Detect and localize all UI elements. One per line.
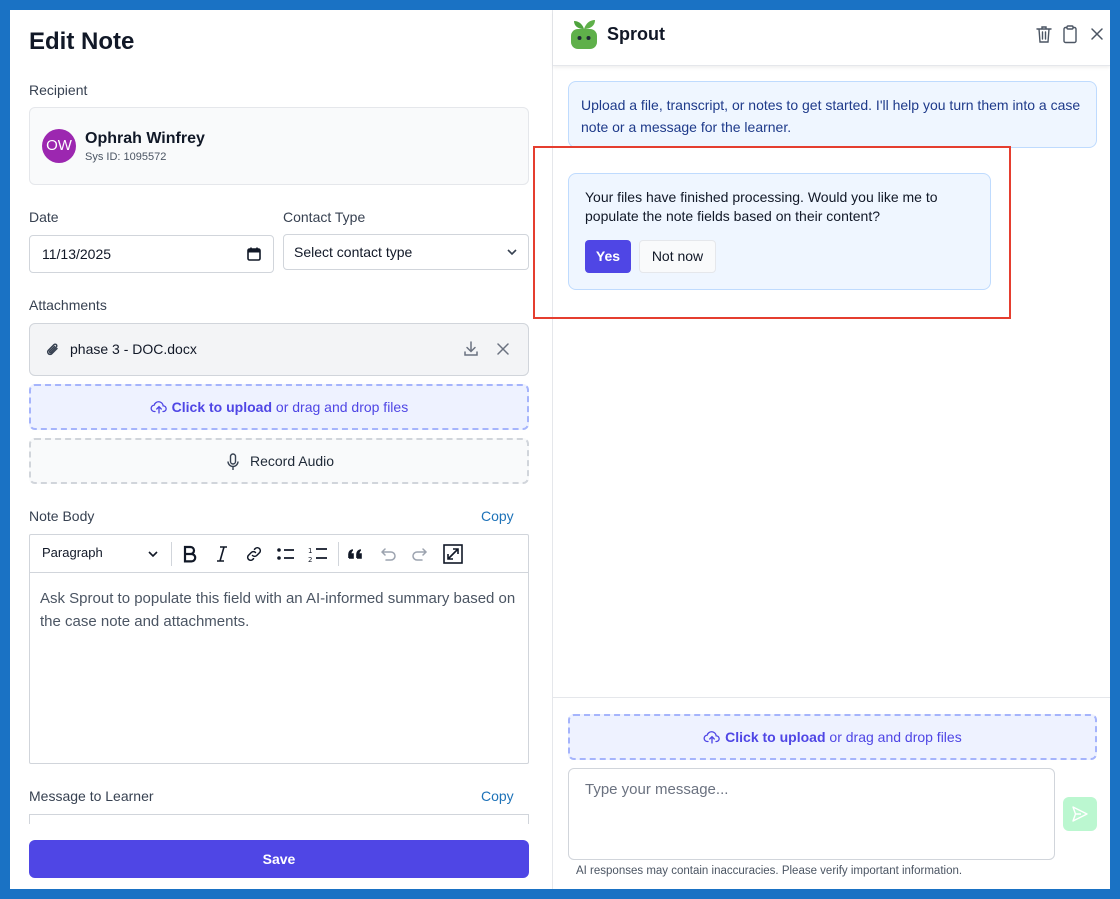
remove-attachment-icon[interactable] (495, 341, 511, 357)
message-copy-link[interactable]: Copy (481, 788, 514, 804)
page-title: Edit Note (29, 28, 135, 55)
close-icon[interactable] (1087, 24, 1107, 44)
recipient-label: Recipient (29, 82, 88, 98)
bold-icon[interactable] (178, 543, 200, 565)
note-body-editor: Paragraph 12 Ask Sprout to populate this… (29, 534, 529, 764)
cloud-upload-icon (150, 399, 168, 415)
recipient-card: OW Ophrah Winfrey Sys ID: 1095572 (29, 107, 529, 185)
download-icon[interactable] (462, 340, 480, 358)
attachment-item: phase 3 - DOC.docx (29, 323, 529, 376)
date-input[interactable]: 11/13/2025 (29, 235, 274, 273)
italic-icon[interactable] (211, 543, 233, 565)
app-window: Edit Note Recipient OW Ophrah Winfrey Sy… (10, 10, 1110, 889)
file-upload-dropzone[interactable]: Click to upload or drag and drop files (29, 384, 529, 430)
svg-text:1: 1 (308, 547, 312, 555)
chat-header: Sprout (553, 10, 1110, 66)
editor-toolbar: Paragraph 12 (30, 535, 528, 573)
message-input[interactable]: Type your message... (568, 768, 1055, 860)
chat-footer: Click to upload or drag and drop files T… (553, 697, 1110, 889)
send-icon (1071, 805, 1089, 823)
link-icon[interactable] (243, 543, 265, 565)
send-button[interactable] (1063, 797, 1097, 831)
fullscreen-icon[interactable] (442, 543, 464, 565)
recipient-name: Ophrah Winfrey (85, 130, 205, 147)
note-body-content[interactable]: Ask Sprout to populate this field with a… (40, 587, 516, 633)
not-now-button[interactable]: Not now (639, 240, 716, 273)
note-body-label: Note Body (29, 508, 95, 524)
upload-link[interactable]: Click to upload (172, 399, 272, 415)
chat-upload-link[interactable]: Click to upload (725, 729, 825, 745)
ai-disclaimer: AI responses may contain inaccuracies. P… (576, 865, 963, 877)
clipboard-icon[interactable] (1060, 24, 1080, 44)
prompt-text: Your files have finished processing. Wou… (585, 189, 938, 224)
calendar-icon[interactable] (246, 246, 262, 262)
assistant-intro-message: Upload a file, transcript, or notes to g… (568, 81, 1097, 148)
paperclip-icon (44, 341, 62, 359)
sprout-logo-icon (569, 18, 599, 50)
chevron-down-icon[interactable] (147, 548, 159, 560)
message-to-learner-label: Message to Learner (29, 788, 154, 804)
chat-upload-dropzone[interactable]: Click to upload or drag and drop files (568, 714, 1097, 760)
record-audio-button[interactable]: Record Audio (29, 438, 529, 484)
numbered-list-icon[interactable]: 12 (307, 543, 329, 565)
toolbar-divider (338, 542, 339, 566)
message-placeholder: Type your message... (585, 781, 729, 798)
recipient-sys-id: Sys ID: 1095572 (85, 151, 167, 163)
redo-icon[interactable] (409, 543, 431, 565)
sprout-chat-panel: Sprout Upload a file, transcript, or not… (533, 10, 1110, 889)
blockquote-icon[interactable] (345, 543, 367, 565)
brand-name: Sprout (607, 24, 665, 44)
note-body-copy-link[interactable]: Copy (481, 508, 514, 524)
toolbar-divider (171, 542, 172, 566)
block-format-select[interactable]: Paragraph (42, 545, 103, 560)
chevron-down-icon (506, 246, 518, 258)
date-value: 11/13/2025 (42, 246, 112, 262)
record-audio-label: Record Audio (250, 453, 335, 469)
chat-upload-hint: or drag and drop files (825, 729, 962, 745)
assistant-prompt-message: Your files have finished processing. Wou… (568, 173, 991, 290)
bullet-list-icon[interactable] (275, 543, 297, 565)
yes-button[interactable]: Yes (585, 240, 631, 273)
contact-type-select[interactable]: Select contact type (283, 234, 529, 270)
attachment-file-name: phase 3 - DOC.docx (70, 341, 197, 357)
save-bar: Save (10, 824, 552, 889)
cloud-upload-icon (703, 729, 721, 745)
microphone-icon (226, 453, 240, 471)
date-label: Date (29, 209, 59, 225)
contact-type-label: Contact Type (283, 209, 366, 225)
undo-icon[interactable] (377, 543, 399, 565)
trash-icon[interactable] (1034, 24, 1054, 44)
upload-hint: or drag and drop files (272, 399, 409, 415)
save-button[interactable]: Save (29, 840, 529, 878)
svg-text:2: 2 (308, 556, 312, 564)
attachments-label: Attachments (29, 297, 107, 313)
avatar: OW (42, 129, 76, 163)
edit-note-panel: Edit Note Recipient OW Ophrah Winfrey Sy… (10, 10, 553, 889)
contact-type-value: Select contact type (294, 244, 413, 260)
